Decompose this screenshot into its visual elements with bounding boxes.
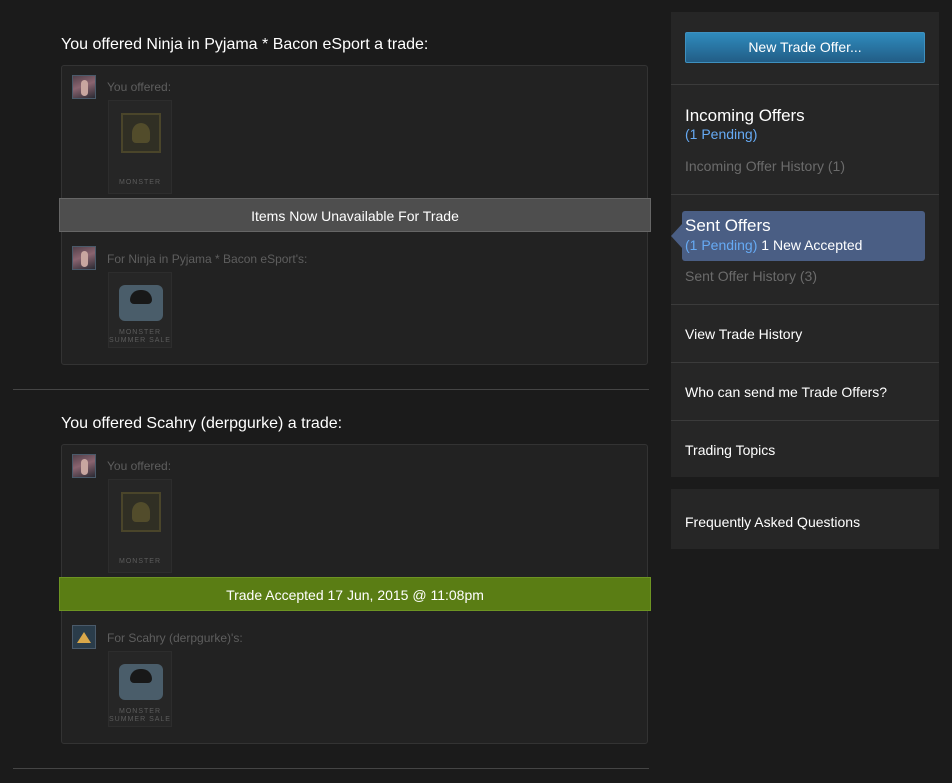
- sent-offers-title: Sent Offers: [685, 216, 771, 235]
- helmet-icon: [119, 664, 163, 700]
- offer-title: You offered Ninja in Pyjama * Bacon eSpo…: [61, 36, 429, 53]
- received-item[interactable]: MONSTER SUMMER SALE: [108, 272, 172, 348]
- item-caption: MONSTER: [119, 179, 161, 186]
- for-partner-label: For Scahry (derpgurke)'s:: [107, 631, 243, 645]
- received-item[interactable]: MONSTER SUMMER SALE: [108, 651, 172, 727]
- offer-title: You offered Scahry (derpgurke) a trade:: [61, 415, 343, 432]
- sidebar-separator: [671, 84, 939, 85]
- badge-icon: [121, 492, 161, 532]
- my-avatar[interactable]: [72, 454, 96, 478]
- incoming-offers-link[interactable]: Incoming Offers: [685, 106, 805, 126]
- sidebar-separator: [671, 194, 939, 195]
- trade-offers-list: You offered Ninja in Pyjama * Bacon eSpo…: [0, 0, 660, 783]
- offered-item[interactable]: MONSTER: [108, 100, 172, 194]
- item-caption: MONSTER: [119, 329, 161, 336]
- sidebar-separator: [671, 362, 939, 363]
- faq-link[interactable]: Frequently Asked Questions: [685, 514, 860, 530]
- you-offered-label: You offered:: [107, 80, 172, 94]
- new-trade-offer-button[interactable]: New Trade Offer...: [685, 32, 925, 63]
- partner-avatar[interactable]: [72, 625, 96, 649]
- item-caption: MONSTER: [119, 558, 161, 565]
- sent-new-accepted: 1 New Accepted: [761, 237, 863, 253]
- selected-arrow-icon: [671, 224, 682, 248]
- you-offered-label: You offered:: [107, 459, 172, 473]
- status-accepted-banner: Trade Accepted 17 Jun, 2015 @ 11:08pm: [59, 577, 651, 611]
- sidebar-separator: [671, 420, 939, 421]
- badge-icon: [121, 113, 161, 153]
- sent-offer-history-link[interactable]: Sent Offer History (3): [685, 268, 817, 284]
- incoming-pending-count[interactable]: (1 Pending): [685, 126, 757, 142]
- trade-offer-privacy-link[interactable]: Who can send me Trade Offers?: [685, 384, 887, 400]
- sent-pending-count: (1 Pending): [685, 237, 758, 253]
- for-partner-label: For Ninja in Pyjama * Bacon eSport's:: [107, 252, 308, 266]
- item-caption: MONSTER: [119, 708, 161, 715]
- divider: [13, 389, 649, 390]
- item-caption: SUMMER SALE: [109, 337, 171, 344]
- sent-offers-status: (1 Pending) 1 New Accepted: [685, 237, 862, 253]
- incoming-offer-history-link[interactable]: Incoming Offer History (1): [685, 158, 845, 174]
- partner-avatar[interactable]: [72, 246, 96, 270]
- divider: [13, 768, 649, 769]
- sidebar-separator: [671, 304, 939, 305]
- sent-offers-tab[interactable]: Sent Offers (1 Pending) 1 New Accepted: [671, 211, 925, 261]
- my-avatar[interactable]: [72, 75, 96, 99]
- status-unavailable-banner: Items Now Unavailable For Trade: [59, 198, 651, 232]
- trading-topics-link[interactable]: Trading Topics: [685, 442, 775, 458]
- helmet-icon: [119, 285, 163, 321]
- offered-item[interactable]: MONSTER: [108, 479, 172, 573]
- sidebar-gap: [671, 477, 939, 489]
- view-trade-history-link[interactable]: View Trade History: [685, 326, 802, 342]
- item-caption: SUMMER SALE: [109, 716, 171, 723]
